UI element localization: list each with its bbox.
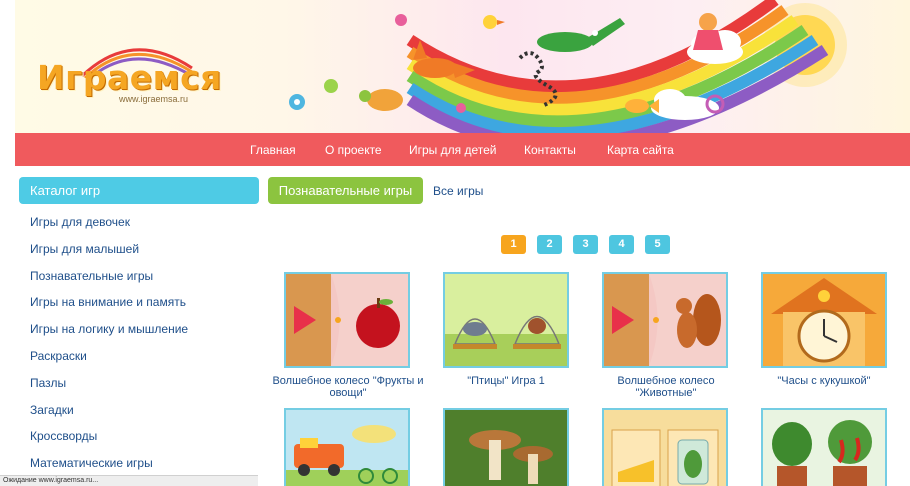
page-button-3[interactable]: 3 xyxy=(573,235,598,254)
cuckoo-clock-thumb xyxy=(763,274,885,366)
page-button-5[interactable]: 5 xyxy=(645,235,670,254)
logo-title: Играемся xyxy=(37,58,222,97)
game-card-mushrooms[interactable] xyxy=(443,408,569,486)
catalog-heading: Каталог игр xyxy=(19,177,259,204)
mushrooms-thumb xyxy=(445,410,567,486)
birds-cage-thumb xyxy=(445,274,567,366)
nav-item-contacts[interactable]: Контакты xyxy=(524,143,576,157)
logo-url: www.igraemsa.ru xyxy=(119,94,189,104)
game-title-fruit-wheel[interactable]: Волшебное колесо "Фрукты и овощи" xyxy=(268,375,428,399)
sidebar-item-educational[interactable]: Познавательные игры xyxy=(30,268,188,295)
sidebar-item-coloring[interactable]: Раскраски xyxy=(30,348,188,375)
bird-icon xyxy=(483,15,505,29)
sidebar-item-toddlers[interactable]: Игры для малышей xyxy=(30,241,188,268)
game-title-cuckoo-clock[interactable]: "Часы с кукушкой" xyxy=(744,375,904,387)
nav-item-sitemap[interactable]: Карта сайта xyxy=(607,143,674,157)
nav-item-games[interactable]: Игры для детей xyxy=(409,143,497,157)
sidebar-item-riddles[interactable]: Загадки xyxy=(30,402,188,429)
game-card-animal-wheel[interactable] xyxy=(602,272,728,368)
crocodile-icon xyxy=(537,18,625,52)
page-button-4[interactable]: 4 xyxy=(609,235,634,254)
category-button[interactable]: Познавательные игры xyxy=(268,177,423,204)
plants-thumb xyxy=(763,410,885,486)
turtle-icon xyxy=(359,89,403,111)
browser-status-bar: Ожидание www.igraemsa.ru... xyxy=(0,475,258,486)
page-button-2[interactable]: 2 xyxy=(537,235,562,254)
squirrel-wheel-thumb xyxy=(604,274,726,366)
game-card-cheese-jar[interactable] xyxy=(602,408,728,486)
sidebar-item-crosswords[interactable]: Кроссворды xyxy=(30,428,188,455)
game-card-fruit-wheel[interactable] xyxy=(284,272,410,368)
sidebar-item-logic[interactable]: Игры на логику и мышление xyxy=(30,321,188,348)
site-logo[interactable]: Играемся www.igraemsa.ru xyxy=(37,38,221,108)
game-card-cuckoo-clock[interactable] xyxy=(761,272,887,368)
sidebar-item-attention-memory[interactable]: Игры на внимание и память xyxy=(30,294,188,321)
game-card-birds[interactable] xyxy=(443,272,569,368)
game-card-plants[interactable] xyxy=(761,408,887,486)
nav-item-about[interactable]: О проекте xyxy=(325,143,382,157)
header-banner: Играемся www.igraemsa.ru xyxy=(15,0,910,133)
cheese-jar-thumb xyxy=(604,410,726,486)
vehicles-thumb xyxy=(286,410,408,486)
main-nav: Главная О проекте Игры для детей Контакт… xyxy=(15,133,910,166)
all-games-link[interactable]: Все игры xyxy=(433,184,483,198)
game-title-birds[interactable]: "Птицы" Игра 1 xyxy=(426,375,586,387)
sidebar-item-puzzles[interactable]: Пазлы xyxy=(30,375,188,402)
page-button-1[interactable]: 1 xyxy=(501,235,526,254)
apple-wheel-thumb xyxy=(286,274,408,366)
game-card-vehicles[interactable] xyxy=(284,408,410,486)
catalog-list: Игры для девочек Игры для малышей Познав… xyxy=(30,214,188,482)
nav-item-home[interactable]: Главная xyxy=(250,143,296,157)
sidebar-item-girls[interactable]: Игры для девочек xyxy=(30,214,188,241)
game-title-animal-wheel[interactable]: Волшебное колесо "Животные" xyxy=(586,375,746,399)
